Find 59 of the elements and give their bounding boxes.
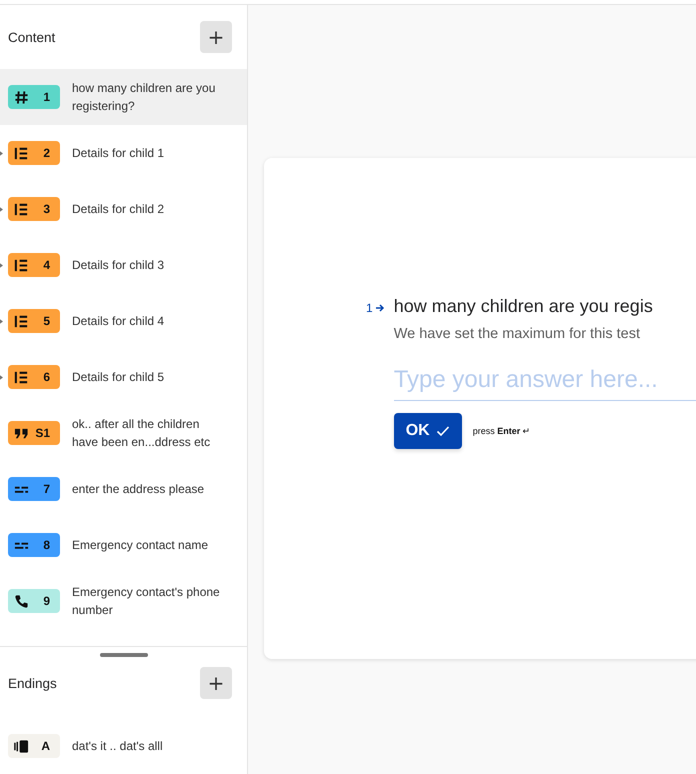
question-title: how many children are you registering? bbox=[72, 80, 216, 115]
question-item[interactable]: S1 ok.. after all the children have been en...ddress etc bbox=[0, 405, 247, 461]
caret-icon[interactable] bbox=[0, 375, 3, 380]
section-title: Endings bbox=[8, 676, 57, 690]
add-button[interactable]: + bbox=[200, 21, 232, 53]
ending-item[interactable]: A dat's it .. dat's alll bbox=[0, 718, 247, 774]
ending-title: dat's it .. dat's alll bbox=[72, 738, 164, 755]
caret-icon[interactable] bbox=[0, 207, 3, 212]
question-title: Details for child 4 bbox=[72, 313, 166, 330]
caret-icon[interactable] bbox=[0, 319, 3, 324]
question-number: 1 bbox=[43, 90, 50, 104]
question-number: 3 bbox=[43, 202, 50, 216]
ok-button[interactable]: OK bbox=[394, 413, 462, 449]
question-title: Emergency contact's phone number bbox=[72, 584, 221, 619]
list-icon bbox=[14, 370, 29, 384]
question-number: 9 bbox=[43, 594, 50, 608]
question-title: Details for child 5 bbox=[72, 369, 166, 386]
question-number: S1 bbox=[35, 426, 50, 440]
question-title: Details for child 2 bbox=[72, 201, 166, 218]
question-number: 1 bbox=[366, 301, 373, 315]
question-item[interactable]: 7 enter the address please bbox=[0, 461, 247, 517]
resize-handle[interactable] bbox=[100, 653, 148, 657]
question-number: 2 bbox=[43, 146, 50, 160]
question-item[interactable]: 8 Emergency contact name bbox=[0, 517, 247, 573]
phone-icon bbox=[14, 594, 29, 608]
question-number: 6 bbox=[43, 370, 50, 384]
section-title: Content bbox=[8, 30, 56, 44]
question-item[interactable]: 4 Details for child 3 bbox=[0, 237, 247, 293]
question-title: Details for child 1 bbox=[72, 145, 166, 162]
list-icon bbox=[14, 314, 29, 328]
question-title: Details for child 3 bbox=[72, 257, 166, 274]
list-icon bbox=[14, 146, 29, 160]
ending-icon bbox=[14, 738, 29, 754]
question-title: ok.. after all the children have been en...ddress etc bbox=[72, 416, 212, 451]
add-button[interactable]: + bbox=[200, 667, 232, 699]
ending-letter: A bbox=[41, 739, 50, 753]
list-icon bbox=[14, 202, 29, 216]
question-number: 8 bbox=[43, 538, 50, 552]
question-title: Emergency contact name bbox=[72, 537, 210, 554]
question-description: We have set the maximum for this test bbox=[394, 326, 642, 342]
question-item[interactable]: 5 Details for child 4 bbox=[0, 293, 247, 349]
question-number: 4 bbox=[43, 258, 50, 272]
hash-icon bbox=[14, 90, 29, 104]
keyboard-hint: press Enter ↵ bbox=[472, 426, 531, 436]
answer-field[interactable]: Type your answer here... bbox=[394, 366, 696, 401]
caret-icon[interactable] bbox=[0, 151, 3, 156]
caret-icon[interactable] bbox=[0, 263, 3, 268]
question-title: enter the address please bbox=[72, 481, 206, 498]
list-icon bbox=[14, 258, 29, 272]
arrow-icon bbox=[374, 303, 385, 313]
check-icon bbox=[436, 424, 450, 438]
question-number: 5 bbox=[43, 314, 50, 328]
question-item[interactable]: 1 how many children are you registering? bbox=[0, 69, 247, 125]
question-item[interactable]: 9 Emergency contact's phone number bbox=[0, 573, 247, 629]
question-number: 7 bbox=[43, 482, 50, 496]
question-text: how many children are you regis bbox=[394, 296, 654, 317]
question-item[interactable]: 3 Details for child 2 bbox=[0, 181, 247, 237]
question-item[interactable]: 2 Details for child 1 bbox=[0, 125, 247, 181]
question-item[interactable]: 6 Details for child 5 bbox=[0, 349, 247, 405]
